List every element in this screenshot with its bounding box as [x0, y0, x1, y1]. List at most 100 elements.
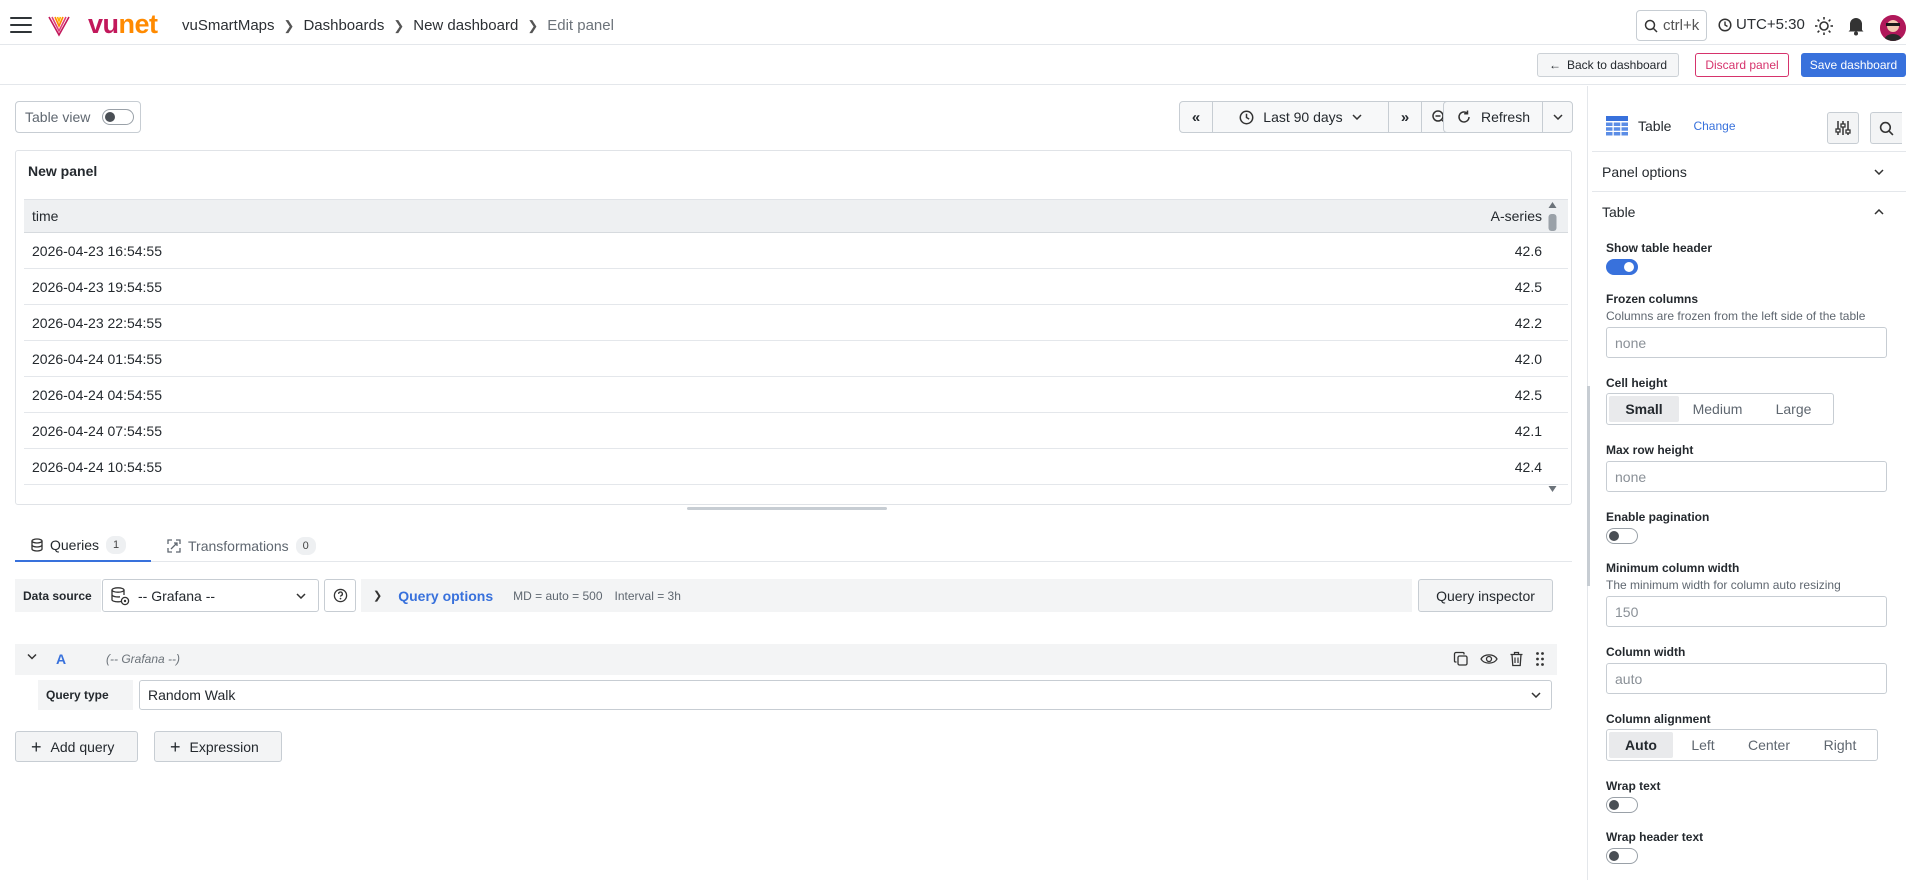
tab-transformations[interactable]: Transformations 0 [151, 530, 332, 562]
section-table[interactable]: Table [1592, 192, 1906, 232]
cell-height-label: Cell height [1606, 376, 1668, 390]
tab-label: Transformations [188, 538, 289, 554]
theme-toggle-button[interactable] [1813, 15, 1835, 37]
wrap-text-switch[interactable] [1606, 797, 1638, 813]
sun-icon [1815, 17, 1833, 35]
datasource-help-button[interactable] [324, 579, 356, 612]
trash-icon[interactable] [1509, 651, 1524, 667]
pagination-switch[interactable] [1606, 528, 1638, 544]
visualization-picker[interactable]: Table Change [1606, 116, 1736, 136]
add-query-label: Add query [50, 738, 115, 755]
table-scrollbar[interactable] [1547, 198, 1558, 496]
breadcrumb-item[interactable]: New dashboard [413, 17, 518, 34]
alignment-option-auto[interactable]: Auto [1609, 732, 1673, 758]
query-inspector-button[interactable]: Query inspector [1418, 579, 1553, 612]
min-column-width-description: The minimum width for column auto resizi… [1606, 578, 1841, 592]
cell-time: 2026-04-24 07:54:55 [32, 422, 162, 439]
user-avatar-icon [1880, 15, 1906, 41]
show-header-switch[interactable] [1606, 259, 1638, 275]
search-button[interactable]: ctrl+k [1636, 10, 1707, 41]
cell-value: 42.6 [1514, 242, 1542, 259]
frozen-columns-input[interactable]: none [1606, 327, 1887, 358]
column-header-a-series[interactable]: A-series [1491, 208, 1542, 224]
column-alignment-label: Column alignment [1606, 712, 1711, 726]
table-row: 2026-04-24 07:54:55 42.1 [24, 413, 1568, 449]
save-dashboard-button[interactable]: Save dashboard [1801, 53, 1906, 77]
clock-icon [1718, 17, 1732, 32]
avatar[interactable] [1880, 15, 1906, 41]
refresh-button[interactable]: Refresh [1444, 102, 1543, 132]
editor-tabs: Queries 1 Transformations 0 [15, 530, 1572, 562]
refresh-icon [1458, 110, 1470, 123]
breadcrumb-item[interactable]: Dashboards [303, 17, 384, 34]
cell-height-option-large[interactable]: Large [1756, 396, 1831, 422]
discard-panel-button[interactable]: Discard panel [1695, 53, 1789, 77]
sliders-icon [1835, 121, 1851, 135]
timezone-picker[interactable]: UTC+5:30 [1718, 16, 1805, 33]
options-toggle-button[interactable] [1827, 112, 1859, 144]
table-view-switch[interactable] [102, 109, 135, 125]
query-options-toggle[interactable]: ❯ Query options MD = auto = 500 Interval… [361, 579, 1412, 612]
cell-time: 2026-04-24 01:54:55 [32, 350, 162, 367]
vunet-logo-icon[interactable] [46, 13, 72, 39]
breadcrumb-item[interactable]: vuSmartMaps [182, 17, 275, 34]
eye-icon[interactable] [1480, 651, 1498, 667]
cell-time: 2026-04-23 22:54:55 [32, 314, 162, 331]
time-range-label: Last 90 days [1263, 109, 1343, 125]
time-range-controls: « Last 90 days » [1179, 101, 1457, 133]
max-row-height-input[interactable]: none [1606, 461, 1887, 492]
collapse-chevron-icon[interactable] [27, 653, 37, 660]
cell-value: 42.5 [1514, 386, 1542, 403]
section-panel-options[interactable]: Panel options [1592, 152, 1906, 192]
arrow-left-icon: ← [1548, 58, 1561, 72]
query-type-select[interactable]: Random Walk [139, 680, 1552, 710]
options-pane-resize-handle[interactable] [1587, 386, 1590, 586]
count-badge: 0 [295, 537, 316, 555]
time-range-picker[interactable]: Last 90 days [1213, 102, 1389, 132]
query-datasource: (-- Grafana --) [106, 652, 181, 666]
query-options-title: Query options [398, 587, 494, 604]
cell-value: 42.2 [1514, 314, 1542, 331]
panel-resize-handle[interactable] [687, 507, 887, 510]
breadcrumb: vuSmartMaps ❯ Dashboards ❯ New dashboard… [182, 17, 614, 34]
tab-queries[interactable]: Queries 1 [15, 530, 151, 562]
panel-title[interactable]: New panel [28, 163, 97, 179]
add-expression-button[interactable]: + Expression [154, 731, 282, 762]
datasource-icon [111, 586, 130, 605]
chevron-down-icon [1874, 168, 1884, 175]
refresh-interval-dropdown[interactable] [1543, 102, 1572, 132]
cell-height-option-small[interactable]: Small [1609, 396, 1679, 422]
query-type-value: Random Walk [148, 687, 236, 703]
duplicate-icon[interactable] [1453, 651, 1469, 667]
back-to-dashboard-button[interactable]: ← Back to dashboard [1537, 53, 1679, 77]
search-icon [1644, 19, 1658, 33]
drag-handle-icon[interactable] [1535, 651, 1545, 667]
brand-wordmark[interactable]: vunet [88, 9, 158, 40]
change-visualization-link[interactable]: Change [1693, 119, 1735, 133]
query-name[interactable]: A [56, 651, 66, 667]
double-chevron-right-icon: » [1400, 108, 1410, 126]
menu-icon[interactable] [10, 17, 32, 33]
min-column-width-input[interactable]: 150 [1606, 596, 1887, 627]
time-shift-forward-button[interactable]: » [1389, 102, 1422, 132]
time-shift-back-button[interactable]: « [1180, 102, 1213, 132]
wrap-header-switch[interactable] [1606, 848, 1638, 864]
add-query-button[interactable]: + Add query [15, 731, 138, 762]
clock-icon [1239, 110, 1254, 124]
search-options-button[interactable] [1870, 112, 1902, 144]
cell-height-option-medium[interactable]: Medium [1679, 396, 1756, 422]
column-header-time[interactable]: time [32, 208, 58, 224]
alignment-option-left[interactable]: Left [1673, 732, 1733, 758]
chevron-down-icon [1531, 692, 1541, 698]
alignment-option-right[interactable]: Right [1805, 732, 1875, 758]
table-view-toggle[interactable]: Table view [15, 101, 141, 133]
notifications-button[interactable] [1845, 15, 1867, 37]
datasource-select[interactable]: -- Grafana -- [102, 579, 319, 612]
search-shortcut: ctrl+k [1663, 17, 1700, 34]
section-title: Panel options [1602, 163, 1687, 180]
alignment-option-center[interactable]: Center [1733, 732, 1805, 758]
chevron-right-icon: ❯ [373, 590, 383, 602]
column-width-input[interactable]: auto [1606, 663, 1887, 694]
cell-time: 2026-04-24 10:54:55 [32, 458, 162, 475]
chevron-down-icon [296, 592, 306, 599]
